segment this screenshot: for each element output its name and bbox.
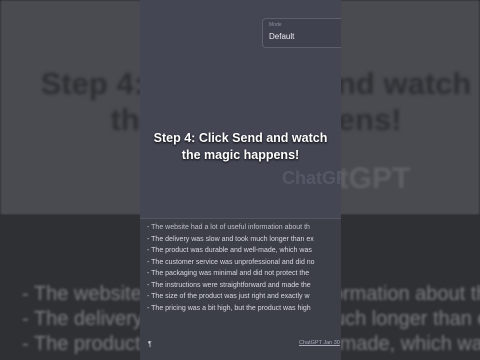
mode-select[interactable]: Mode Default [262,18,341,48]
output-line: - The website had a lot of useful inform… [147,224,310,231]
output-lines: - The website had a lot of useful inform… [147,222,341,314]
output-line: - The delivery was slow and took much lo… [147,235,314,243]
chatgpt-watermark: ChatGPT [282,168,341,188]
output-textarea[interactable]: - The website had a lot of useful inform… [140,218,341,360]
output-line: - The product was durable and well-made,… [147,247,312,254]
output-line: - The customer service was unprofessiona… [147,258,315,266]
output-line: - The size of the product was just right… [147,293,310,300]
caption-line-2: the magic happens! [181,148,300,162]
caption-line-1: Step 4: Click Send and watch [153,131,328,145]
step-caption: Step 4: Click Send and watch the magic h… [140,130,341,164]
output-line: - The pricing was a bit high, but the pr… [147,304,311,312]
output-line: - The instructions were straightforward … [147,281,311,289]
video-frame: Mode Default ChatGPT Step 4: Click Send … [140,0,341,360]
mode-value: Default [269,32,295,41]
footer-link[interactable]: ChatGPT Jan 30 [299,340,340,346]
output-line: - The packaging was minimal and did not … [147,270,310,277]
mode-label: Mode [269,22,282,28]
text-cursor: ¶ [148,341,152,348]
